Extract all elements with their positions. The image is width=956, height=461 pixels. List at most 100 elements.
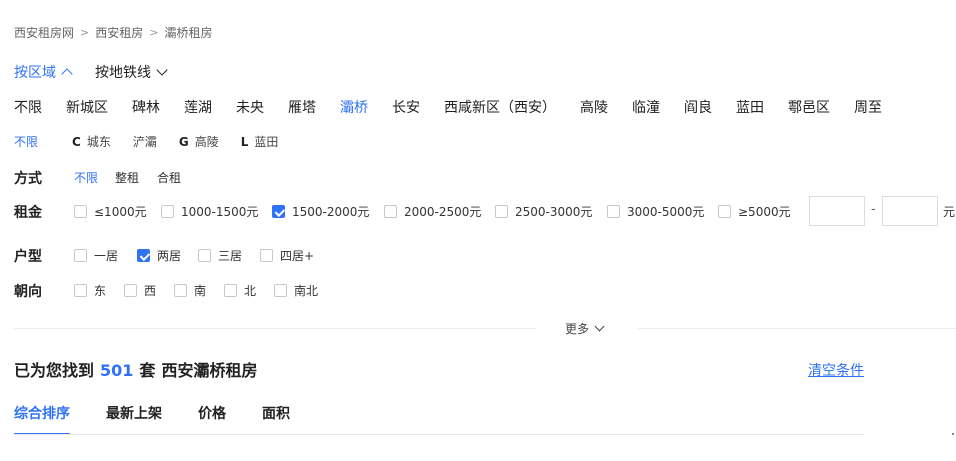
orientation-checkbox[interactable]: 南 — [174, 282, 206, 299]
sub-area-label: 蓝田 — [254, 135, 279, 149]
sort-tab-newest[interactable]: 最新上架 — [106, 403, 162, 435]
layout-option-label: 两居 — [157, 249, 182, 263]
district-item[interactable]: 蓝田 — [736, 97, 764, 117]
layout-option-label: 四居+ — [280, 249, 315, 263]
checkbox-icon — [161, 205, 174, 218]
rent-option-label: 3000-5000元 — [627, 205, 705, 219]
filter-label-rent: 租金 — [14, 205, 42, 221]
filter-label-method: 方式 — [14, 171, 42, 187]
layout-checkbox[interactable]: 一居 — [74, 247, 118, 264]
result-suffix: 西安灞桥租房 — [161, 361, 258, 380]
district-item[interactable]: 碑林 — [132, 97, 160, 117]
divider-right — [638, 328, 956, 329]
rent-option-label: 2500-3000元 — [515, 205, 593, 219]
rent-checkbox[interactable]: 3000-5000元 — [607, 203, 704, 220]
breadcrumb-link-city[interactable]: 西安租房 — [95, 24, 143, 41]
rent-checkbox[interactable]: ≥5000元 — [718, 203, 791, 220]
district-list: 不限 新城区 碑林 莲湖 未央 雁塔 灞桥 长安 西咸新区（西安） 高陵 临潼 … — [14, 97, 906, 117]
method-option[interactable]: 整租 — [115, 169, 139, 186]
checkbox-icon — [607, 205, 620, 218]
sub-area-item[interactable]: C 城东 — [72, 133, 111, 150]
rent-unit: 元 — [943, 205, 956, 219]
district-item[interactable]: 不限 — [14, 97, 42, 117]
orientation-option-label: 东 — [94, 284, 107, 298]
tab-by-subway[interactable]: 按地铁线 — [95, 62, 168, 82]
result-count: 501 — [100, 361, 134, 380]
orientation-checkbox[interactable]: 东 — [74, 282, 106, 299]
layout-checkbox[interactable]: 三居 — [198, 247, 242, 264]
district-item[interactable]: 临潼 — [632, 97, 660, 117]
more-label: 更多 — [565, 322, 590, 336]
district-item[interactable]: 周至 — [854, 97, 882, 117]
orientation-checkbox[interactable]: 西 — [124, 282, 156, 299]
tab-by-district[interactable]: 按区域 — [14, 62, 73, 82]
checkbox-icon — [74, 284, 87, 297]
orientation-option-label: 北 — [244, 284, 257, 298]
checkbox-icon — [174, 284, 187, 297]
filter-label-layout: 户型 — [14, 249, 42, 265]
chevron-up-icon — [61, 68, 73, 80]
sort-tab-price[interactable]: 价格 — [198, 403, 226, 435]
district-item[interactable]: 新城区 — [66, 97, 108, 117]
layout-option-label: 三居 — [218, 249, 243, 263]
district-item[interactable]: 雁塔 — [288, 97, 316, 117]
orientation-checkbox[interactable]: 南北 — [274, 282, 318, 299]
rent-option-label: 1000-1500元 — [181, 205, 259, 219]
sort-tab-area[interactable]: 面积 — [262, 403, 290, 435]
checkbox-icon — [74, 249, 87, 262]
sub-area-label: 浐灞 — [132, 135, 157, 149]
result-unit: 套 — [139, 361, 156, 380]
sub-area-item[interactable]: L 蓝田 — [241, 133, 279, 150]
filter-label-orientation: 朝向 — [14, 284, 42, 300]
district-item[interactable]: 鄠邑区 — [788, 97, 830, 117]
clear-filters-link[interactable]: 清空条件 — [808, 360, 864, 380]
checkbox-icon — [495, 205, 508, 218]
sort-tab-default[interactable]: 综合排序 — [14, 403, 70, 435]
more-filters-button[interactable]: 更多 — [565, 320, 605, 337]
method-option[interactable]: 合租 — [157, 169, 181, 186]
breadcrumb-separator: > — [149, 26, 159, 39]
rent-option-label: ≥5000元 — [738, 205, 791, 219]
rent-checkbox-checked[interactable]: 1500-2000元 — [272, 203, 369, 220]
method-option-active[interactable]: 不限 — [74, 169, 98, 186]
breadcrumb-link-home[interactable]: 西安租房网 — [14, 24, 74, 41]
edge-marker — [952, 433, 954, 435]
tab-label: 按地铁线 — [95, 65, 151, 81]
sub-area-letter: C — [72, 134, 81, 149]
checkbox-icon — [224, 284, 237, 297]
checkbox-checked-icon — [272, 205, 285, 218]
district-item[interactable]: 莲湖 — [184, 97, 212, 117]
sub-area-label: 高陵 — [194, 135, 219, 149]
orientation-option-label: 西 — [144, 284, 157, 298]
rent-range-separator: - — [871, 202, 876, 217]
rent-option-label: 2000-2500元 — [404, 205, 482, 219]
sub-area-label: 不限 — [14, 135, 39, 149]
checkbox-icon — [274, 284, 287, 297]
rent-max-input[interactable] — [882, 196, 938, 226]
divider-left — [14, 328, 536, 329]
search-mode-tabs: 按区域 按地铁线 — [14, 62, 190, 82]
district-item[interactable]: 高陵 — [580, 97, 608, 117]
district-item[interactable]: 长安 — [392, 97, 420, 117]
layout-checkbox-checked[interactable]: 两居 — [137, 247, 181, 264]
orientation-checkbox[interactable]: 北 — [224, 282, 256, 299]
rent-checkbox[interactable]: 1000-1500元 — [161, 203, 258, 220]
district-item-active[interactable]: 灞桥 — [340, 97, 368, 117]
rent-checkbox[interactable]: 2000-2500元 — [384, 203, 481, 220]
district-item[interactable]: 未央 — [236, 97, 264, 117]
checkbox-icon — [384, 205, 397, 218]
rent-checkbox[interactable]: ≤1000元 — [74, 203, 147, 220]
rent-min-input[interactable] — [809, 196, 865, 226]
district-item[interactable]: 阎良 — [684, 97, 712, 117]
sub-area-list: 不限 C 城东 浐灞 G 高陵 L 蓝田 — [14, 133, 300, 150]
sub-area-letter: G — [178, 134, 189, 149]
orientation-option-label: 南北 — [294, 284, 319, 298]
layout-checkbox[interactable]: 四居+ — [260, 247, 314, 264]
breadcrumb: 西安租房网 > 西安租房 > 灞桥租房 — [14, 24, 212, 41]
sub-area-item[interactable]: G 高陵 — [179, 133, 219, 150]
rent-checkbox[interactable]: 2500-3000元 — [495, 203, 592, 220]
breadcrumb-separator: > — [80, 26, 90, 39]
sub-area-item[interactable]: 浐灞 — [133, 133, 157, 150]
district-item[interactable]: 西咸新区（西安） — [444, 97, 556, 117]
sub-area-item-active[interactable]: 不限 — [14, 133, 38, 150]
